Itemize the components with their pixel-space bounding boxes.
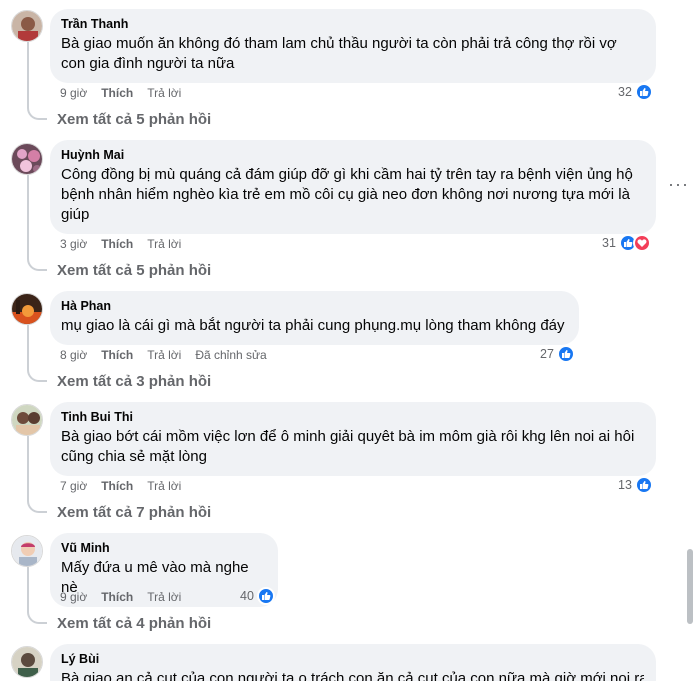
- reply-button[interactable]: Trả lời: [147, 479, 181, 493]
- comment-bubble: Huỳnh Mai Công đồng bị mù quáng cả đám g…: [50, 140, 656, 234]
- view-replies-link[interactable]: Xem tất cả 3 phản hồi: [57, 372, 211, 392]
- thread-line: [27, 567, 29, 610]
- comment-meta: 8 giờ Thích Trả lời Đã chỉnh sửa: [60, 347, 281, 363]
- like-icon: [556, 345, 575, 363]
- comment-bubble: Lý Bùi Bà giao an cả cut của con người t…: [50, 644, 656, 681]
- reaction-summary[interactable]: 40: [240, 587, 275, 605]
- like-icon: [634, 476, 653, 494]
- thread-line: [27, 175, 29, 257]
- thread-connector: [27, 499, 47, 513]
- avatar[interactable]: [11, 646, 43, 678]
- like-icon: [256, 587, 275, 605]
- comment-time[interactable]: 8 giờ: [60, 348, 87, 362]
- reply-button[interactable]: Trả lời: [147, 590, 181, 604]
- comment-bubble: Trần Thanh Bà giao muốn ăn không đó tham…: [50, 9, 656, 83]
- like-button[interactable]: Thích: [101, 590, 133, 604]
- like-button[interactable]: Thích: [101, 348, 133, 362]
- scrollbar[interactable]: [685, 0, 695, 681]
- thread-connector: [27, 106, 47, 120]
- avatar[interactable]: [11, 10, 43, 42]
- comment-time[interactable]: 9 giờ: [60, 86, 87, 100]
- comment-bubble: Tinh Bui Thi Bà giao bớt cái mồm việc lơ…: [50, 402, 656, 476]
- comment-text: Bà giao bớt cái mồm việc lơn để ô minh g…: [61, 428, 635, 465]
- reaction-count: 40: [240, 589, 254, 603]
- reaction-count: 13: [618, 478, 632, 492]
- reaction-summary[interactable]: 27: [540, 345, 575, 363]
- view-replies-link[interactable]: Xem tất cả 7 phản hồi: [57, 503, 211, 523]
- comment-meta: 9 giờ Thích Trả lời: [60, 589, 195, 605]
- thread-connector: [27, 610, 47, 624]
- comment-author[interactable]: Vũ Minh: [61, 540, 266, 556]
- like-button[interactable]: Thích: [101, 86, 133, 100]
- avatar[interactable]: [11, 293, 43, 325]
- view-replies-link[interactable]: Xem tất cả 5 phản hồi: [57, 110, 211, 130]
- comment-time[interactable]: 7 giờ: [60, 479, 87, 493]
- like-icon: [634, 83, 653, 101]
- thread-line: [27, 436, 29, 499]
- reaction-summary[interactable]: 13: [618, 476, 653, 494]
- avatar[interactable]: [11, 404, 43, 436]
- like-button[interactable]: Thích: [101, 237, 133, 251]
- comment-author[interactable]: Lý Bùi: [61, 651, 644, 667]
- thread-line: [27, 325, 29, 368]
- scrollbar-thumb[interactable]: [687, 549, 693, 624]
- avatar[interactable]: [11, 535, 43, 567]
- reaction-count: 32: [618, 85, 632, 99]
- view-replies-link[interactable]: Xem tất cả 4 phản hồi: [57, 614, 211, 634]
- love-icon: [632, 234, 651, 252]
- comment-text: mụ giao là cái gì mà bắt người ta phải c…: [61, 317, 565, 334]
- like-button[interactable]: Thích: [101, 479, 133, 493]
- comment-text: Bà giao muốn ăn không đó tham lam chủ th…: [61, 35, 617, 72]
- reaction-summary[interactable]: 32: [618, 83, 653, 101]
- comment-bubble: Hà Phan mụ giao là cái gì mà bắt người t…: [50, 291, 579, 345]
- comment-meta: 9 giờ Thích Trả lời: [60, 85, 195, 101]
- reaction-summary[interactable]: 31: [602, 234, 651, 252]
- edited-label: Đã chỉnh sửa: [195, 348, 267, 362]
- comment-author[interactable]: Hà Phan: [61, 298, 567, 314]
- reply-button[interactable]: Trả lời: [147, 348, 181, 362]
- reaction-count: 27: [540, 347, 554, 361]
- comment-meta: 7 giờ Thích Trả lời: [60, 478, 195, 494]
- thread-connector: [27, 368, 47, 382]
- comment-text: Bà giao an cả cut của con người ta o trá…: [61, 670, 644, 681]
- comment-author[interactable]: Trần Thanh: [61, 16, 644, 32]
- reply-button[interactable]: Trả lời: [147, 86, 181, 100]
- reaction-count: 31: [602, 236, 616, 250]
- comment-meta: 3 giờ Thích Trả lời: [60, 236, 195, 252]
- reply-button[interactable]: Trả lời: [147, 237, 181, 251]
- view-replies-link[interactable]: Xem tất cả 5 phản hồi: [57, 261, 211, 281]
- comment-time[interactable]: 9 giờ: [60, 590, 87, 604]
- thread-line: [27, 42, 29, 106]
- avatar[interactable]: [11, 143, 43, 175]
- comment-text: Công đồng bị mù quáng cả đám giúp đỡ gì …: [61, 166, 633, 223]
- thread-connector: [27, 257, 47, 271]
- comment-author[interactable]: Huỳnh Mai: [61, 147, 644, 163]
- comment-author[interactable]: Tinh Bui Thi: [61, 409, 644, 425]
- comment-time[interactable]: 3 giờ: [60, 237, 87, 251]
